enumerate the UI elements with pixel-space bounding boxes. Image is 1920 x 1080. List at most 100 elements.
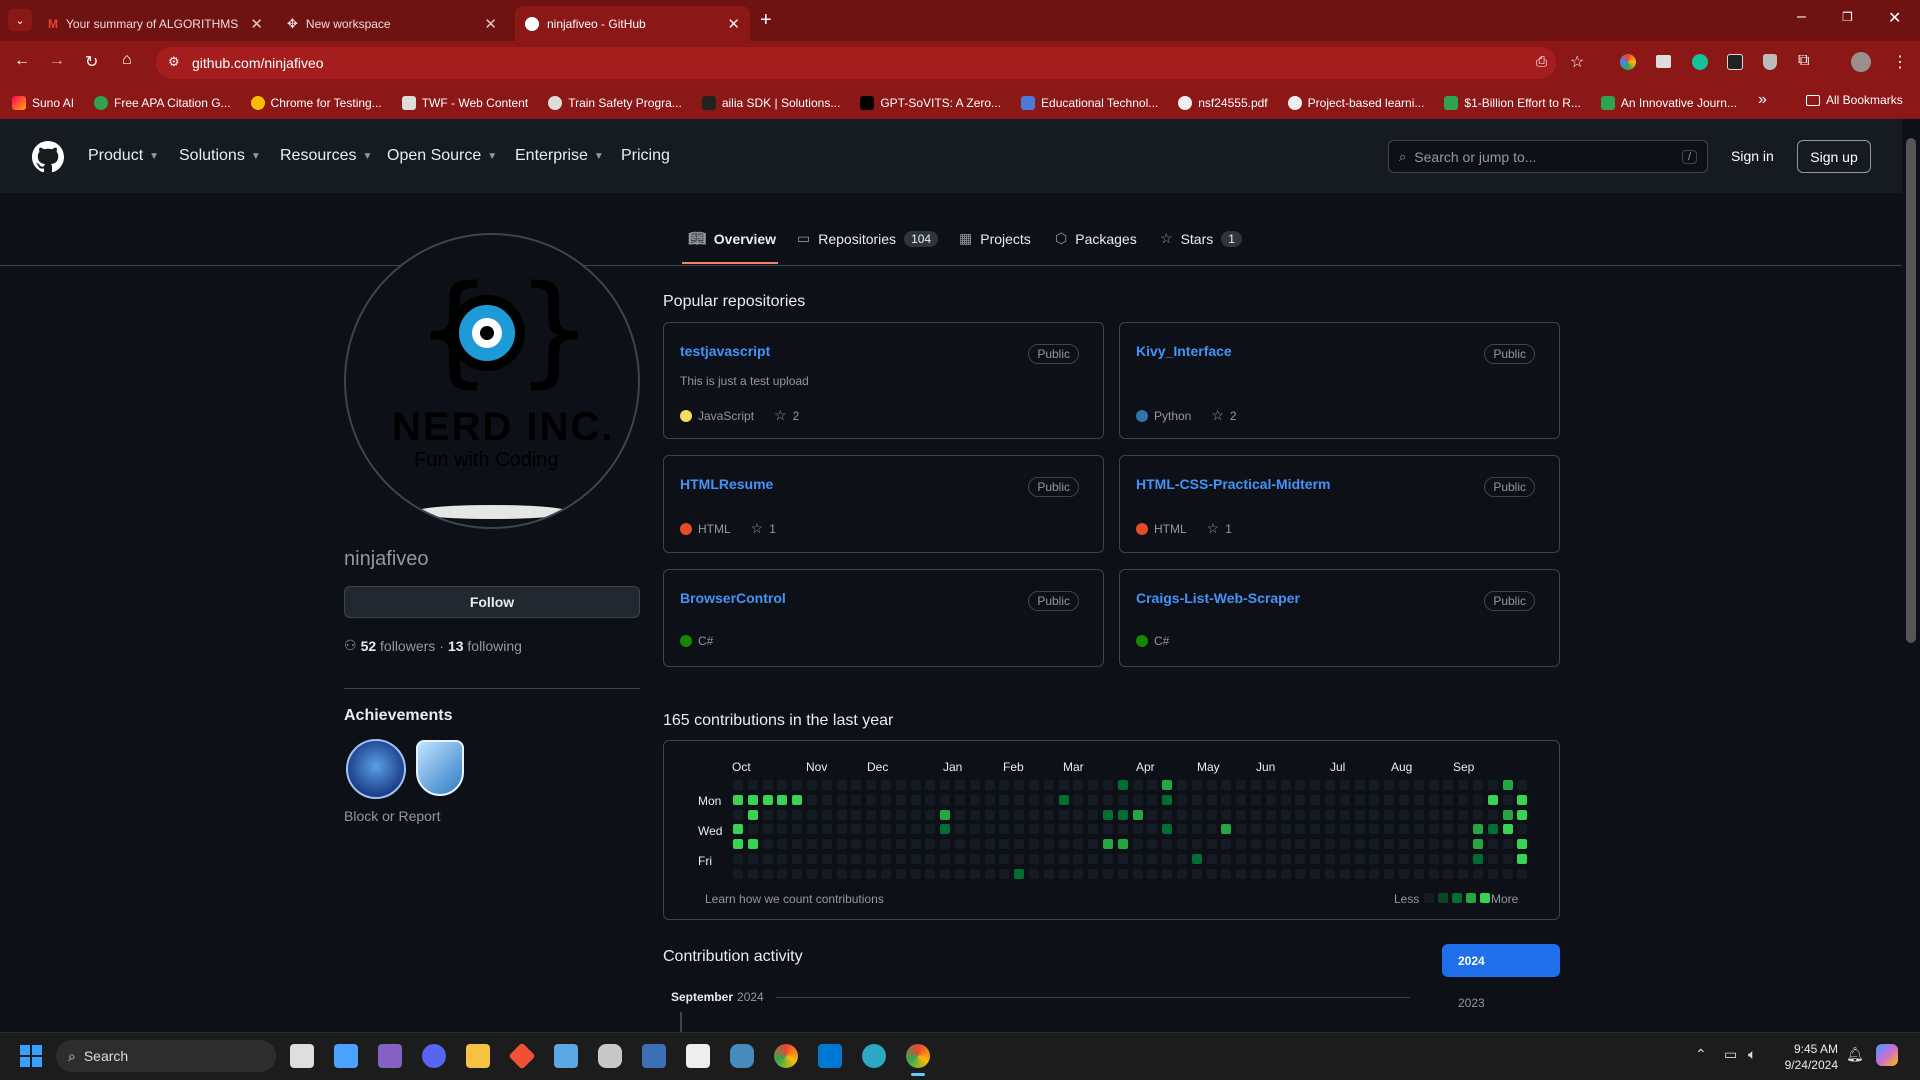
- sign-up-button[interactable]: Sign up: [1797, 140, 1871, 173]
- contribution-day[interactable]: [1088, 780, 1099, 790]
- contribution-day[interactable]: [881, 868, 891, 879]
- contribution-day[interactable]: [733, 854, 743, 864]
- bookmark-item[interactable]: Free APA Citation G...: [94, 95, 231, 110]
- contribution-day[interactable]: [1339, 809, 1350, 820]
- contribution-day[interactable]: [792, 809, 803, 820]
- contribution-day[interactable]: [881, 824, 891, 835]
- contribution-day[interactable]: [1517, 868, 1528, 879]
- contribution-day[interactable]: [1369, 809, 1380, 820]
- contribution-day[interactable]: [1502, 809, 1513, 820]
- contribution-day[interactable]: [1399, 794, 1409, 805]
- contribution-day[interactable]: [1236, 809, 1247, 820]
- contribution-day[interactable]: [821, 780, 832, 790]
- star-count[interactable]: 2: [1230, 409, 1237, 423]
- contribution-day[interactable]: [881, 780, 891, 790]
- contribution-day[interactable]: [836, 794, 847, 805]
- bookmark-item[interactable]: TWF - Web Content: [401, 95, 528, 110]
- contribution-day[interactable]: [1088, 794, 1099, 805]
- contribution-day[interactable]: [1325, 839, 1335, 850]
- contribution-day[interactable]: [821, 868, 832, 879]
- contribution-day[interactable]: [1280, 839, 1291, 850]
- contribution-day[interactable]: [866, 824, 877, 835]
- contribution-day[interactable]: [1443, 868, 1454, 879]
- contribution-day[interactable]: [1458, 809, 1469, 820]
- network-icon[interactable]: ▭: [1724, 1046, 1737, 1063]
- contribution-day[interactable]: [792, 868, 803, 879]
- contribution-day[interactable]: [851, 868, 862, 879]
- contribution-day[interactable]: [910, 868, 921, 879]
- contribution-day[interactable]: [1073, 794, 1084, 805]
- forward-icon[interactable]: →: [49, 52, 65, 70]
- contribution-day[interactable]: [1473, 868, 1483, 879]
- contribution-day[interactable]: [807, 809, 817, 820]
- contribution-day[interactable]: [1265, 868, 1276, 879]
- contribution-day[interactable]: [1117, 809, 1128, 820]
- bookmark-item[interactable]: Suno AI: [12, 95, 74, 110]
- contribution-day[interactable]: [1162, 809, 1173, 820]
- contribution-day[interactable]: [984, 854, 995, 864]
- contribution-day[interactable]: [777, 824, 788, 835]
- contribution-day[interactable]: [1014, 868, 1025, 879]
- star-icon[interactable]: ☆: [1207, 520, 1220, 537]
- contribution-day[interactable]: [910, 854, 921, 864]
- contribution-day[interactable]: [1325, 794, 1335, 805]
- following-link[interactable]: 13 following: [448, 638, 522, 654]
- install-app-icon[interactable]: ⎙: [1536, 53, 1547, 70]
- contribution-day[interactable]: [1132, 824, 1143, 835]
- contribution-day[interactable]: [1354, 839, 1365, 850]
- contribution-day[interactable]: [1265, 839, 1276, 850]
- contribution-day[interactable]: [1487, 794, 1498, 805]
- contribution-day[interactable]: [807, 780, 817, 790]
- bookmark-item[interactable]: Chrome for Testing...: [250, 95, 382, 110]
- contribution-day[interactable]: [1043, 780, 1054, 790]
- contribution-day[interactable]: [1399, 868, 1409, 879]
- contribution-day[interactable]: [1502, 868, 1513, 879]
- contribution-day[interactable]: [1310, 780, 1321, 790]
- godot-icon[interactable]: [730, 1044, 754, 1068]
- contribution-day[interactable]: [1413, 839, 1424, 850]
- contribution-day[interactable]: [1058, 794, 1069, 805]
- contribution-day[interactable]: [1399, 854, 1409, 864]
- contribution-day[interactable]: [1502, 780, 1513, 790]
- contribution-day[interactable]: [1473, 809, 1483, 820]
- contribution-day[interactable]: [1369, 854, 1380, 864]
- contribution-day[interactable]: [1132, 809, 1143, 820]
- contribution-day[interactable]: [747, 809, 758, 820]
- contribution-day[interactable]: [1369, 824, 1380, 835]
- contribution-day[interactable]: [792, 780, 803, 790]
- repo-name-link[interactable]: HTML-CSS-Practical-Midterm: [1136, 476, 1330, 492]
- contribution-day[interactable]: [1014, 809, 1025, 820]
- contribution-day[interactable]: [1295, 854, 1306, 864]
- reload-icon[interactable]: ↻: [85, 52, 98, 72]
- contribution-day[interactable]: [1191, 794, 1202, 805]
- contribution-day[interactable]: [984, 868, 995, 879]
- tab-repositories[interactable]: ▭ Repositories 104: [797, 230, 939, 247]
- contribution-day[interactable]: [1251, 824, 1261, 835]
- contribution-day[interactable]: [1295, 839, 1306, 850]
- contribution-day[interactable]: [1384, 824, 1395, 835]
- contribution-day[interactable]: [747, 868, 758, 879]
- contribution-day[interactable]: [1339, 824, 1350, 835]
- contribution-day[interactable]: [969, 809, 980, 820]
- contribution-day[interactable]: [836, 809, 847, 820]
- contribution-day[interactable]: [1073, 839, 1084, 850]
- nav-open-source[interactable]: Open Source ▼: [387, 147, 497, 165]
- contribution-day[interactable]: [777, 794, 788, 805]
- contribution-day[interactable]: [940, 780, 951, 790]
- avatar[interactable]: { } NERD INC. Fun with Coding: [344, 233, 640, 529]
- contribution-day[interactable]: [836, 824, 847, 835]
- contribution-day[interactable]: [1147, 809, 1158, 820]
- contribution-day[interactable]: [1310, 854, 1321, 864]
- contribution-day[interactable]: [821, 824, 832, 835]
- contribution-day[interactable]: [1280, 868, 1291, 879]
- contribution-day[interactable]: [1487, 868, 1498, 879]
- contribution-day[interactable]: [1014, 780, 1025, 790]
- contribution-day[interactable]: [1058, 780, 1069, 790]
- contribution-day[interactable]: [1221, 868, 1232, 879]
- repo-name-link[interactable]: Kivy_Interface: [1136, 343, 1232, 359]
- notepad-icon[interactable]: [554, 1044, 578, 1068]
- contribution-day[interactable]: [1058, 854, 1069, 864]
- contribution-day[interactable]: [1029, 780, 1039, 790]
- follow-button[interactable]: Follow: [344, 586, 640, 618]
- contribution-day[interactable]: [851, 794, 862, 805]
